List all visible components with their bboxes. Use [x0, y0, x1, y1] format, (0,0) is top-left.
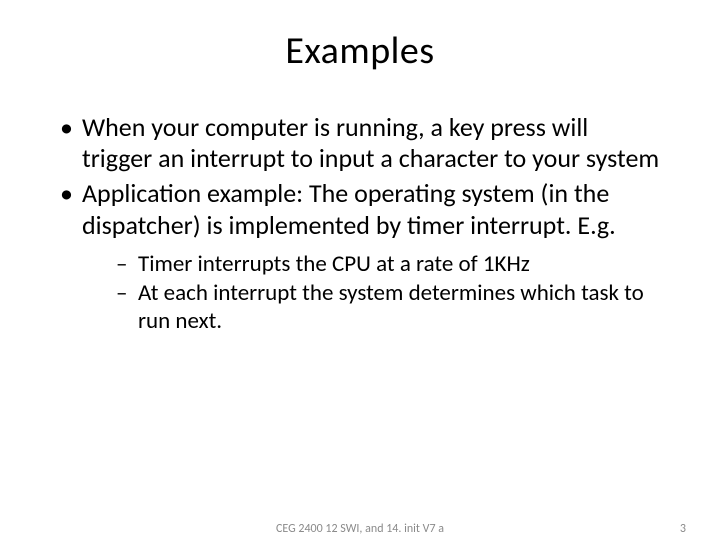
footer-text: CEG 2400 12 SWI, and 14. init V7 a	[276, 522, 444, 536]
slide-title: Examples	[56, 28, 664, 74]
list-item-text: When your computer is running, a key pre…	[82, 111, 659, 174]
bullet-list: When your computer is running, a key pre…	[56, 112, 664, 336]
sub-list-item: Timer interrupts the CPU at a rate of 1K…	[114, 251, 664, 279]
sub-bullet-list: Timer interrupts the CPU at a rate of 1K…	[82, 251, 664, 336]
list-item: When your computer is running, a key pre…	[56, 112, 664, 174]
page-number: 3	[680, 522, 686, 536]
sub-list-item: At each interrupt the system determines …	[114, 280, 664, 335]
slide: Examples When your computer is running, …	[0, 0, 720, 540]
list-item-text: Application example: The operating syste…	[82, 177, 616, 240]
list-item: Application example: The operating syste…	[56, 178, 664, 335]
sub-list-item-text: At each interrupt the system determines …	[138, 279, 644, 335]
sub-list-item-text: Timer interrupts the CPU at a rate of 1K…	[138, 250, 530, 278]
